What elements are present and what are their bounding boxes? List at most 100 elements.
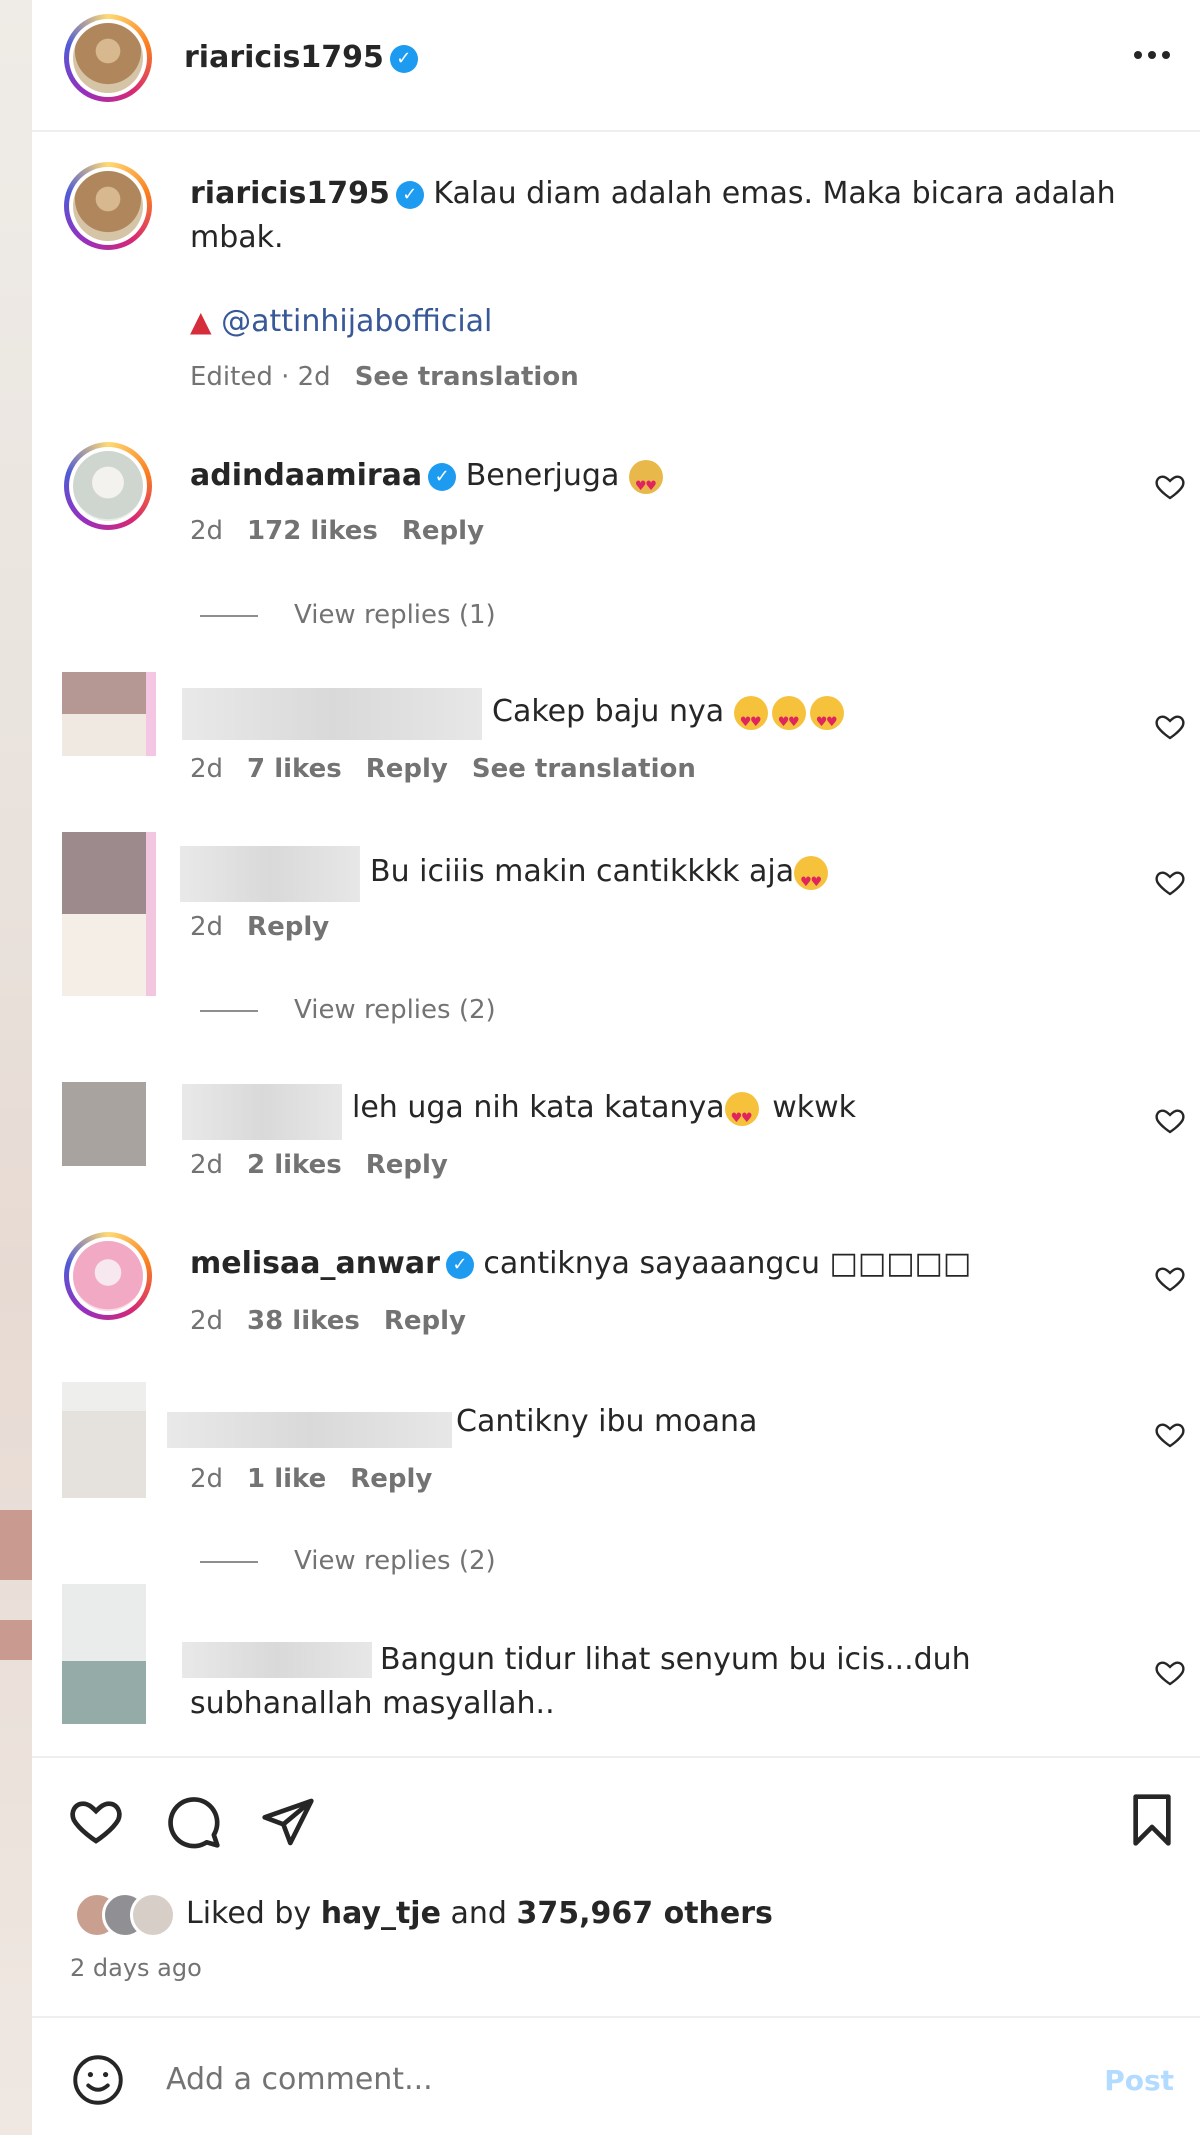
- header-avatar[interactable]: [64, 14, 152, 102]
- heart-eyes-emoji-icon: [733, 695, 768, 745]
- verified-icon: ✓: [445, 1250, 474, 1279]
- post-panel: riaricis1795 ✓ riaricis1795 ✓ Kalau diam a…: [32, 0, 1200, 2135]
- like-comment-icon[interactable]: [1154, 1262, 1186, 1294]
- comment-text: cantiknya sayaaangcu: [483, 1246, 820, 1281]
- see-translation-link[interactable]: See translation: [355, 362, 579, 392]
- liked-by-user[interactable]: hay_tje: [321, 1896, 441, 1931]
- liker-avatar[interactable]: [130, 1892, 176, 1938]
- dress-icon: ▲: [190, 305, 212, 338]
- comment-icon[interactable]: [166, 1794, 222, 1850]
- view-replies-label[interactable]: View replies (2): [294, 995, 496, 1025]
- comment-time: 2d: [190, 1150, 224, 1180]
- reply-button[interactable]: Reply: [402, 516, 484, 546]
- caption-avatar[interactable]: [64, 162, 152, 250]
- reply-button[interactable]: Reply: [384, 1306, 466, 1336]
- view-replies-button[interactable]: View replies (1): [200, 600, 496, 630]
- reply-button[interactable]: Reply: [247, 912, 329, 942]
- comment-likes[interactable]: 2 likes: [247, 1150, 342, 1180]
- comment-avatar[interactable]: [62, 1382, 146, 1498]
- caption-username[interactable]: riaricis1795: [190, 176, 390, 211]
- caption-meta: Edited · 2d See translation: [190, 362, 603, 392]
- comment-likes[interactable]: 38 likes: [247, 1306, 360, 1336]
- comment-username[interactable]: melisaa_anwar: [190, 1246, 440, 1281]
- comment-time: 2d: [190, 754, 224, 784]
- comment-text: Cakep baju nya: [492, 694, 725, 729]
- comment-avatar[interactable]: [62, 1584, 146, 1724]
- comment-likes[interactable]: 1 like: [247, 1464, 326, 1494]
- view-replies-button[interactable]: View replies (2): [200, 995, 496, 1025]
- caption-edited: Edited · 2d: [190, 362, 331, 392]
- verified-icon: ✓: [428, 462, 457, 491]
- input-divider: [32, 2016, 1200, 2018]
- comment-likes[interactable]: 7 likes: [247, 754, 342, 784]
- comment-text: leh uga nih kata katanya: [352, 1090, 725, 1125]
- verified-icon: ✓: [395, 180, 424, 209]
- emoji-picker-icon[interactable]: [72, 2054, 124, 2106]
- comment-time: 2d: [190, 1306, 224, 1336]
- verified-icon: ✓: [389, 44, 418, 73]
- replies-line: [200, 1560, 258, 1563]
- reply-button[interactable]: Reply: [366, 754, 448, 784]
- comment-text-after: □□□□□: [829, 1246, 972, 1281]
- save-bookmark-icon[interactable]: [1124, 1792, 1180, 1848]
- comment-text-block: Bangun tidur lihat senyum bu icis...duh …: [190, 1638, 1010, 1726]
- like-post-icon[interactable]: [68, 1792, 124, 1848]
- comment-text-after: wkwk: [772, 1090, 857, 1125]
- comment-avatar[interactable]: [64, 1232, 152, 1320]
- comment-input[interactable]: Add a comment...: [166, 2062, 433, 2097]
- like-comment-icon[interactable]: [1154, 1656, 1186, 1688]
- comment-text: Bangun tidur lihat senyum bu icis...duh …: [190, 1642, 971, 1721]
- post-time: 2 days ago: [70, 1954, 202, 1982]
- reply-button[interactable]: Reply: [366, 1150, 448, 1180]
- comment-text: Cantikny ibu moana: [456, 1404, 758, 1439]
- comment-text: Bu iciiis makin cantikkkk aja: [370, 854, 795, 889]
- mention-link[interactable]: @attinhijabofficial: [221, 304, 492, 339]
- liked-others[interactable]: 375,967 others: [517, 1896, 773, 1931]
- post-button[interactable]: Post: [1104, 2064, 1174, 2097]
- background-post-edge: [0, 0, 32, 2135]
- replies-line: [200, 614, 258, 617]
- like-comment-icon[interactable]: [1154, 1104, 1186, 1136]
- reply-button[interactable]: Reply: [350, 1464, 432, 1494]
- more-options-icon[interactable]: [1132, 48, 1172, 62]
- liked-by-line: Liked by hay_tje and 375,967 others: [186, 1896, 773, 1931]
- comment-meta: 2d 7 likes Reply See translation: [190, 754, 720, 784]
- heart-eyes-emoji-icon: [794, 855, 829, 905]
- header-username-row[interactable]: riaricis1795 ✓: [184, 40, 418, 75]
- comment-meta: 2d Reply: [190, 912, 353, 942]
- caption-mention-line: ▲ @attinhijabofficial: [190, 300, 492, 344]
- comment-username[interactable]: adindaamiraa: [190, 458, 422, 493]
- comment-text-block: leh uga nih kata katanya wkwk: [352, 1086, 857, 1141]
- replies-line: [200, 1009, 258, 1012]
- background-band: [0, 1620, 32, 1660]
- like-comment-icon[interactable]: [1154, 866, 1186, 898]
- header-username[interactable]: riaricis1795: [184, 40, 384, 75]
- like-comment-icon[interactable]: [1154, 1418, 1186, 1450]
- comment-text-block: Cantikny ibu moana: [456, 1400, 757, 1444]
- view-replies-button[interactable]: View replies (2): [200, 1546, 496, 1576]
- share-icon[interactable]: [260, 1794, 316, 1850]
- like-comment-icon[interactable]: [1154, 710, 1186, 742]
- blurred-username: [180, 846, 360, 902]
- comment-avatar[interactable]: [62, 1082, 146, 1166]
- comment-avatar[interactable]: [64, 442, 152, 530]
- header-divider: [32, 130, 1200, 132]
- comment-meta: 2d 172 likes Reply: [190, 516, 508, 546]
- blurred-username: [167, 1412, 452, 1448]
- heart-eyes-emoji-icon: [724, 1091, 759, 1141]
- comment-text-block: Cakep baju nya: [492, 690, 848, 745]
- background-band: [0, 1510, 32, 1580]
- comment-avatar[interactable]: [62, 832, 156, 996]
- like-comment-icon[interactable]: [1154, 470, 1186, 502]
- view-replies-label[interactable]: View replies (2): [294, 1546, 496, 1576]
- blurred-username: [182, 688, 482, 740]
- liked-and: and: [450, 1896, 507, 1931]
- see-translation-link[interactable]: See translation: [472, 754, 696, 784]
- comment-meta: 2d 38 likes Reply: [190, 1306, 490, 1336]
- comment-time: 2d: [190, 1464, 224, 1494]
- comment-likes[interactable]: 172 likes: [247, 516, 378, 546]
- comment-text-block: adindaamiraa ✓ Benerjuga: [190, 454, 667, 509]
- view-replies-label[interactable]: View replies (1): [294, 600, 496, 630]
- comment-avatar[interactable]: [62, 672, 156, 756]
- heart-eyes-emoji-icon: [809, 695, 844, 745]
